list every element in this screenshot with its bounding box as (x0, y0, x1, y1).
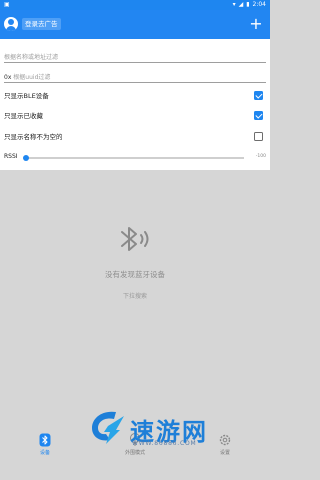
clock-time: 2:04 (252, 1, 266, 8)
ble-only-checkbox[interactable] (254, 91, 263, 100)
watermark-logo: 速游网 WWW.86886.COM (86, 402, 270, 452)
rssi-label: RSSI (4, 153, 18, 160)
uuid-filter-input[interactable]: 0x 根据uuid过滤 (4, 67, 266, 83)
battery-icon: ▮ (246, 1, 250, 8)
app-bar: 登录去广告 + (0, 10, 270, 39)
avatar-head (8, 19, 14, 25)
option-ble-only[interactable]: 只显示BLE设备 (4, 86, 266, 106)
bluetooth-searching-icon (121, 227, 149, 251)
name-filter-placeholder: 根据名称或地址过滤 (4, 54, 59, 61)
option-label: 只显示已收藏 (4, 112, 43, 120)
status-bar: ▣ ▾ ◢ ▮ 2:04 (0, 0, 270, 10)
pull-to-search-hint: 下拉搜索 (122, 293, 147, 300)
notification-icon: ▣ (4, 1, 10, 8)
rssi-slider-thumb[interactable] (23, 154, 29, 161)
avatar[interactable] (4, 17, 18, 31)
rssi-slider-track[interactable] (26, 157, 244, 159)
favorites-only-checkbox[interactable] (254, 111, 263, 120)
watermark-url: WWW.86886.COM (132, 440, 197, 447)
filter-panel: 根据名称或地址过滤 0x 根据uuid过滤 只显示BLE设备 只显示已收藏 只显… (0, 39, 270, 170)
empty-state-title: 没有发现蓝牙设备 (105, 270, 165, 279)
uuid-filter-placeholder: 根据uuid过滤 (13, 74, 51, 81)
option-label: 只显示名称不为空的 (4, 133, 63, 141)
wifi-icon: ▾ (232, 1, 236, 8)
rssi-filter: RSSI -100 (4, 149, 266, 165)
option-favorites-only[interactable]: 只显示已收藏 (4, 106, 266, 126)
uuid-prefix: 0x (4, 74, 12, 81)
rssi-value: -100 (255, 154, 266, 159)
named-only-checkbox[interactable] (254, 132, 263, 141)
login-button[interactable]: 登录去广告 (22, 18, 61, 30)
signal-icon: ◢ (238, 1, 244, 8)
device-list-empty[interactable]: 没有发现蓝牙设备 下拉搜索 (0, 170, 270, 425)
option-label: 只显示BLE设备 (4, 92, 49, 100)
option-named-only[interactable]: 只显示名称不为空的 (4, 127, 266, 147)
name-filter-input[interactable]: 根据名称或地址过滤 (4, 47, 266, 63)
nav-label: 设备 (39, 450, 50, 456)
bluetooth-icon (39, 433, 51, 447)
nav-tab-devices[interactable]: 设备 (15, 431, 75, 471)
watermark-icon (92, 411, 124, 444)
avatar-body (6, 26, 16, 31)
add-button[interactable]: + (247, 14, 265, 34)
